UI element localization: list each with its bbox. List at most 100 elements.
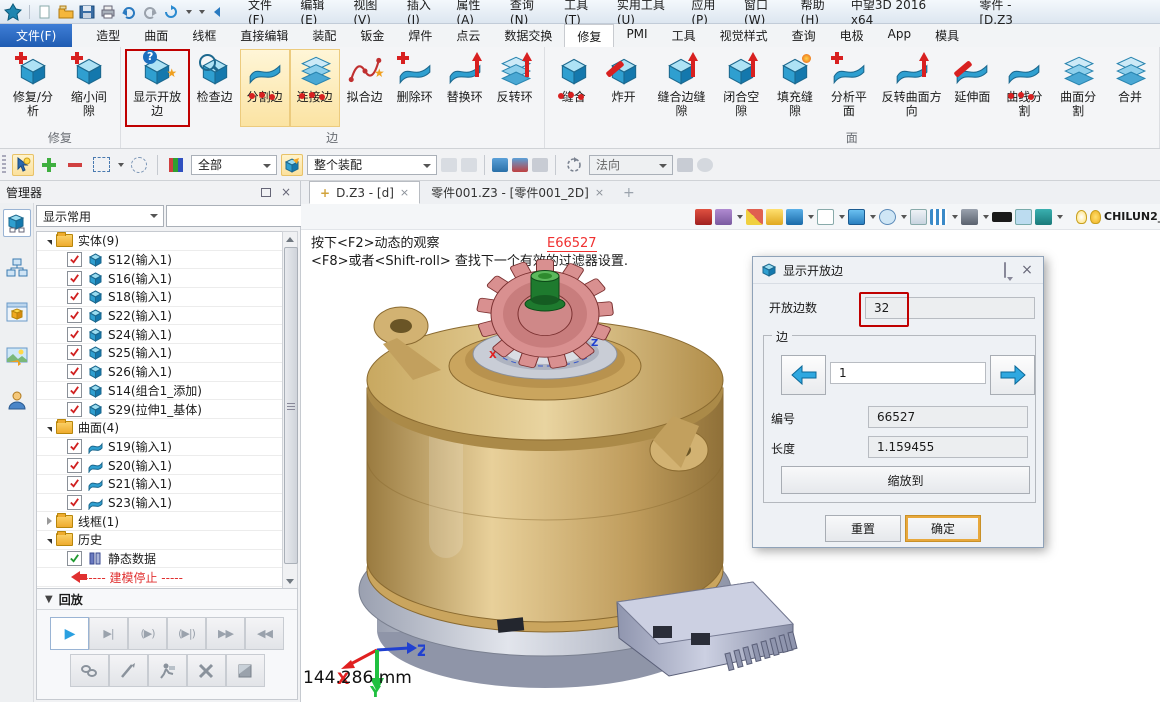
fast-forward-button[interactable]: ▶▶ bbox=[206, 617, 245, 650]
ribbon-button-1-3[interactable]: 连接边 bbox=[290, 49, 340, 127]
tree-item-12[interactable]: S20(输入1) bbox=[37, 456, 297, 475]
bulb-icon[interactable] bbox=[1090, 210, 1101, 224]
bulb-tool-icon[interactable] bbox=[461, 158, 477, 172]
new-tab-button[interactable]: + bbox=[615, 185, 643, 201]
visibility-checkbox[interactable] bbox=[67, 402, 82, 417]
tree-item-5[interactable]: S24(输入1) bbox=[37, 325, 297, 344]
scope-button[interactable] bbox=[281, 154, 303, 176]
tree-item-8[interactable]: S14(组合1_添加) bbox=[37, 382, 297, 401]
ribbon-button-2-7[interactable]: 延伸面 bbox=[947, 49, 997, 127]
collapse-icon[interactable] bbox=[47, 517, 52, 525]
visual-manager-icon[interactable] bbox=[4, 343, 30, 369]
appearance-icon[interactable] bbox=[715, 209, 732, 225]
spotlight-icon[interactable] bbox=[879, 209, 896, 225]
playback-header[interactable]: ▼ 回放 bbox=[37, 589, 297, 610]
visibility-checkbox[interactable] bbox=[67, 308, 82, 323]
hatch-caret[interactable] bbox=[952, 215, 958, 219]
document-tab-active[interactable]: + D.Z3 - [d] × bbox=[309, 181, 420, 204]
filter-button[interactable] bbox=[165, 154, 187, 176]
tree-item-1[interactable]: S12(输入1) bbox=[37, 251, 297, 270]
ribbon-tab-9[interactable]: 数据交换 bbox=[492, 24, 564, 47]
tree-item-18[interactable]: ----- 建模停止 ----- bbox=[37, 568, 297, 587]
collapse-icon[interactable] bbox=[210, 5, 226, 19]
spotlight-caret[interactable] bbox=[901, 215, 907, 219]
ribbon-button-1-7[interactable]: 反转环 bbox=[490, 49, 540, 127]
ribbon-button-1-5[interactable]: 删除环 bbox=[390, 49, 440, 127]
shaded-view-icon[interactable] bbox=[786, 209, 803, 225]
ribbon-tab-13[interactable]: 视觉样式 bbox=[708, 24, 780, 47]
ribbon-button-0-1[interactable]: 缩小间隙 bbox=[62, 49, 116, 127]
ribbon-button-2-1[interactable]: 炸开 bbox=[599, 49, 649, 127]
tree-item-9[interactable]: S29(拉伸1_基体) bbox=[37, 400, 297, 419]
scrollbar-thumb[interactable] bbox=[284, 247, 298, 564]
arrow-pick-icon[interactable] bbox=[532, 158, 548, 172]
expand-icon[interactable] bbox=[47, 427, 52, 432]
blue-swatch-icon[interactable] bbox=[1015, 209, 1032, 225]
ribbon-button-2-2[interactable]: 缝合边缝隙 bbox=[649, 49, 715, 127]
manager-close-button[interactable]: × bbox=[278, 185, 294, 199]
bulb-icon[interactable] bbox=[1076, 210, 1087, 224]
save-icon[interactable] bbox=[79, 5, 95, 19]
ribbon-button-2-5[interactable]: 分析平面 bbox=[822, 49, 876, 127]
window-caret[interactable] bbox=[870, 215, 876, 219]
ribbon-tab-4[interactable]: 直接编辑 bbox=[228, 24, 300, 47]
eraser-icon[interactable] bbox=[746, 209, 763, 225]
hierarchy-icon[interactable] bbox=[4, 255, 30, 281]
play-to-mark-button[interactable]: ▶| bbox=[89, 617, 128, 650]
tree-filter-combo[interactable]: 显示常用 bbox=[36, 205, 164, 227]
window-select-button[interactable] bbox=[90, 154, 112, 176]
previous-edge-button[interactable] bbox=[781, 355, 826, 395]
display-button[interactable] bbox=[226, 654, 265, 687]
ribbon-button-2-9[interactable]: 曲面分割 bbox=[1051, 49, 1105, 127]
play-step-paren-button[interactable]: (▶|) bbox=[167, 617, 206, 650]
filter-combo[interactable]: 全部 bbox=[191, 155, 277, 175]
next-edge-button[interactable] bbox=[990, 355, 1035, 395]
print-icon[interactable] bbox=[100, 5, 116, 19]
dialog-close-button[interactable]: × bbox=[1019, 262, 1035, 278]
add-selection-button[interactable] bbox=[38, 154, 60, 176]
ribbon-button-2-10[interactable]: 合并 bbox=[1105, 49, 1155, 127]
tree-item-11[interactable]: S19(输入1) bbox=[37, 438, 297, 457]
ribbon-button-2-8[interactable]: 曲线分割 bbox=[997, 49, 1051, 127]
ribbon-button-2-3[interactable]: 闭合空隙 bbox=[714, 49, 768, 127]
play-paren-button[interactable]: (▶) bbox=[128, 617, 167, 650]
regen-icon[interactable] bbox=[163, 5, 179, 19]
wireframe-view-icon[interactable] bbox=[817, 209, 834, 225]
scroll-up-icon[interactable] bbox=[286, 237, 294, 242]
ribbon-button-0-0[interactable]: 修复/分析 bbox=[4, 49, 62, 127]
regenerate-button[interactable] bbox=[70, 654, 109, 687]
ribbon-tab-1[interactable]: 造型 bbox=[84, 24, 132, 47]
walk-through-button[interactable] bbox=[148, 654, 187, 687]
ribbon-button-2-4[interactable]: 填充缝隙 bbox=[768, 49, 822, 127]
ribbon-tab-12[interactable]: 工具 bbox=[660, 24, 708, 47]
wireframe-caret[interactable] bbox=[839, 215, 845, 219]
collapse-icon[interactable]: ▼ bbox=[45, 594, 53, 605]
rotate-view-button[interactable] bbox=[563, 154, 585, 176]
ribbon-tab-17[interactable]: 模具 bbox=[923, 24, 971, 47]
lasso-select-button[interactable] bbox=[128, 154, 150, 176]
ribbon-button-1-4[interactable]: 拟合边 bbox=[340, 49, 390, 127]
tree-item-16[interactable]: 历史 bbox=[37, 531, 297, 550]
tree-item-13[interactable]: S21(输入1) bbox=[37, 475, 297, 494]
scroll-down-icon[interactable] bbox=[286, 579, 294, 584]
normal-combo[interactable]: 法向 bbox=[589, 155, 673, 175]
section-icon[interactable] bbox=[910, 209, 927, 225]
view-manager-icon[interactable] bbox=[4, 299, 30, 325]
visibility-checkbox[interactable] bbox=[67, 495, 82, 510]
undo-icon[interactable] bbox=[121, 5, 137, 19]
ribbon-button-1-2[interactable]: 分割边 bbox=[240, 49, 290, 127]
reset-button[interactable]: 重置 bbox=[825, 515, 901, 542]
view-caret[interactable] bbox=[808, 215, 814, 219]
visibility-checkbox[interactable] bbox=[67, 289, 82, 304]
visibility-checkbox[interactable] bbox=[67, 327, 82, 342]
background-icon[interactable] bbox=[1035, 209, 1052, 225]
tree-item-0[interactable]: 实体(9) bbox=[37, 232, 297, 251]
tree-item-14[interactable]: S23(输入1) bbox=[37, 494, 297, 513]
assembly-tree-icon[interactable] bbox=[3, 209, 31, 237]
expand-icon[interactable] bbox=[47, 240, 52, 245]
visibility-checkbox[interactable] bbox=[67, 345, 82, 360]
visibility-checkbox[interactable] bbox=[67, 551, 82, 566]
tree-item-2[interactable]: S16(输入1) bbox=[37, 269, 297, 288]
rewind-button[interactable]: ◀◀ bbox=[245, 617, 284, 650]
pick-normal-icon[interactable] bbox=[677, 158, 693, 172]
